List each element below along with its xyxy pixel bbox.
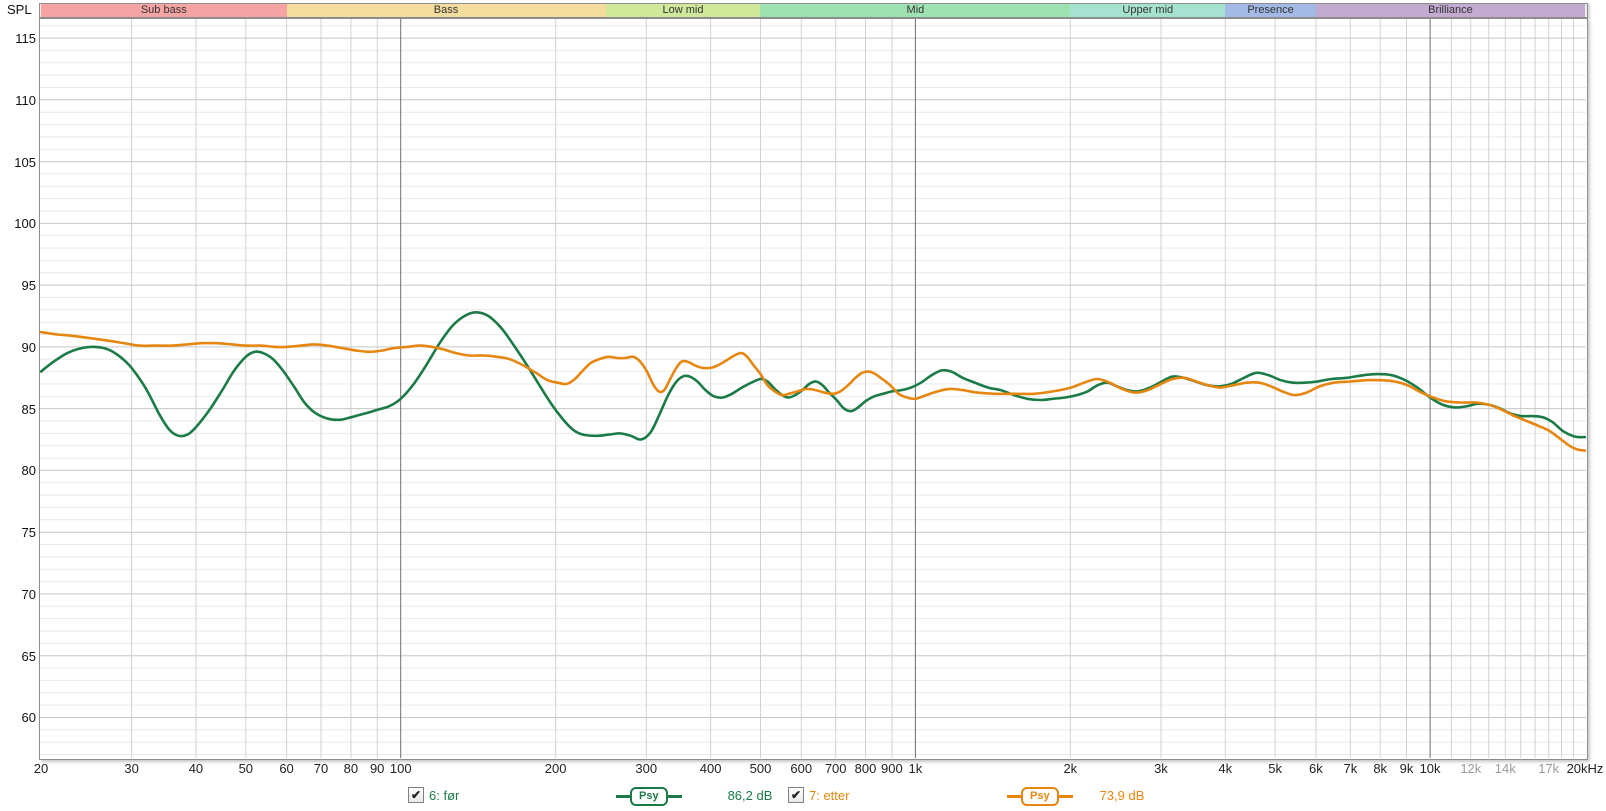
x-tick-label: 300 xyxy=(635,761,658,776)
x-tick-label: 400 xyxy=(699,761,722,776)
psy-smoothing-badge: Psy xyxy=(630,787,668,806)
trace-2-label: 7: etter xyxy=(809,788,850,803)
trace-2-curve xyxy=(40,330,1586,452)
y-tick-label: 105 xyxy=(14,154,36,170)
trace-1-smoothing-button[interactable]: Psy xyxy=(616,787,682,806)
trace-1-curve xyxy=(40,311,1586,441)
y-tick-label: 80 xyxy=(21,463,36,479)
chart-canvas xyxy=(40,19,1586,758)
trace-1-checkbox[interactable]: ✔ xyxy=(408,787,424,803)
trace-line-icon xyxy=(1058,795,1073,798)
x-tick-label: 20 xyxy=(33,761,49,776)
y-tick-label: 70 xyxy=(21,586,36,602)
y-tick-label: 110 xyxy=(15,92,36,108)
trace-1-label: 6: før xyxy=(429,788,460,803)
trace-2-checkbox[interactable]: ✔ xyxy=(788,787,804,803)
x-tick-label: 2k xyxy=(1063,761,1078,776)
trace-line-icon xyxy=(1007,795,1021,798)
x-tick-label: 20kHz xyxy=(1566,761,1604,776)
trace-line-icon xyxy=(616,795,630,798)
trace-line-icon xyxy=(667,795,682,798)
trace-2-level-value: 73,9 dB xyxy=(1099,788,1145,803)
x-tick-label: 3k xyxy=(1154,761,1168,776)
x-tick-label: 100 xyxy=(389,761,412,776)
y-tick-label: 65 xyxy=(21,648,36,664)
y-tick-label: 60 xyxy=(21,710,36,726)
y-tick-label: 95 xyxy=(21,278,36,294)
x-tick-label: 1k xyxy=(908,761,923,776)
psy-smoothing-badge: Psy xyxy=(1021,787,1059,806)
y-tick-label: 85 xyxy=(21,401,36,417)
y-tick-label: 75 xyxy=(21,525,36,541)
x-tick-label: 30 xyxy=(124,761,139,776)
y-tick-label: 90 xyxy=(21,339,36,355)
x-tick-label: 4k xyxy=(1218,761,1233,776)
y-tick-label: 100 xyxy=(14,216,36,232)
trace-2-smoothing-button[interactable]: Psy xyxy=(1007,787,1073,806)
trace-1-level-value: 86,2 dB xyxy=(727,788,773,803)
spl-graph-panel: SPL Sub bass Bass Low mid Mid Upper mid Prese… xyxy=(0,0,1606,811)
x-tick-label: 200 xyxy=(544,761,567,776)
y-tick-label: 115 xyxy=(15,31,36,47)
x-tick-label: 40 xyxy=(188,761,204,776)
